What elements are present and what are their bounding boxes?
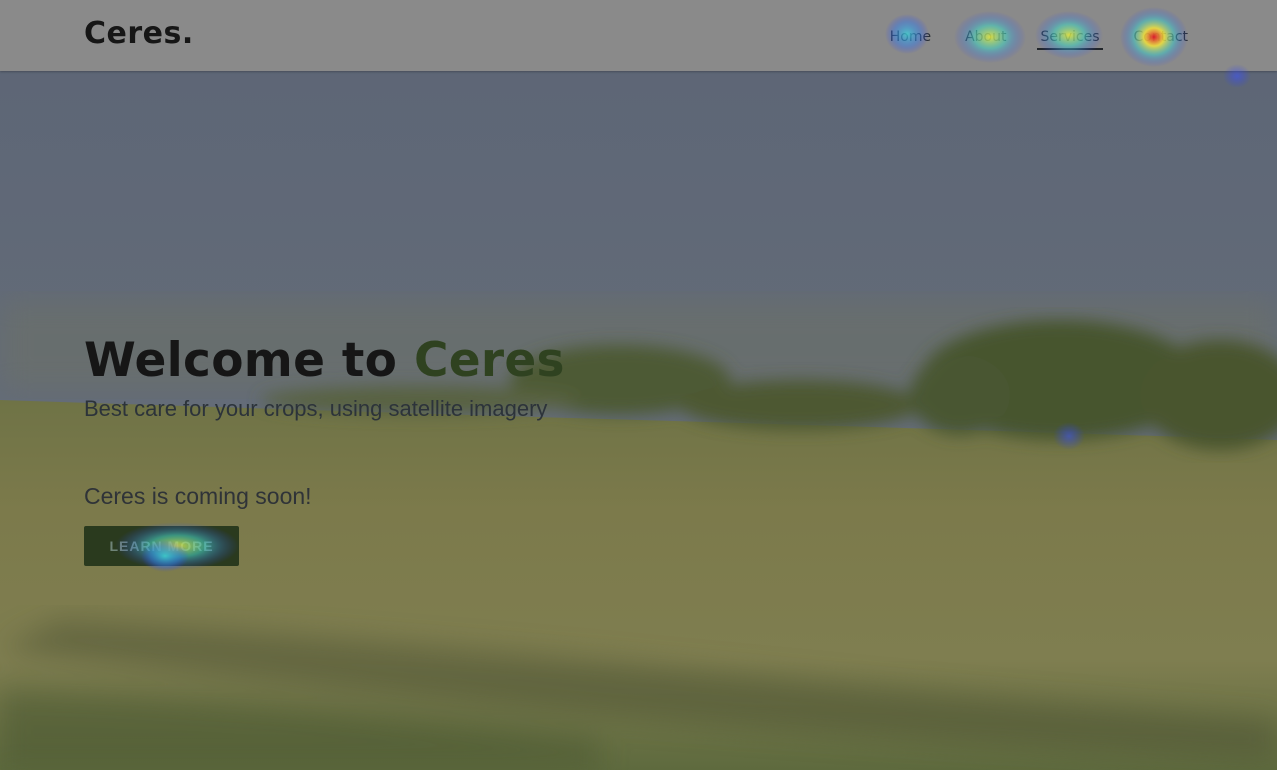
nav-contact-link[interactable]: Contact [1131, 27, 1191, 50]
nav-services-link[interactable]: Services [1037, 27, 1103, 50]
nav-home-link[interactable]: Home [887, 27, 934, 50]
hero-title: Welcome to Ceres [84, 333, 565, 388]
site-header: Ceres. Home About Services Contact [0, 0, 1277, 71]
main-nav: Home About Services Contact [859, 27, 1191, 50]
brand-logo[interactable]: Ceres. [84, 16, 194, 51]
hero-subtitle: Best care for your crops, using satellit… [84, 396, 548, 421]
learn-more-button[interactable]: LEARN MORE [84, 526, 239, 566]
hero-title-accent: Ceres [413, 333, 565, 388]
coming-soon-text: Ceres is coming soon! [84, 483, 312, 509]
hero-title-prefix: Welcome to [84, 333, 414, 388]
page: Ceres. Home About Services Contact Welco… [0, 0, 1277, 770]
nav-about-link[interactable]: About [962, 27, 1009, 50]
